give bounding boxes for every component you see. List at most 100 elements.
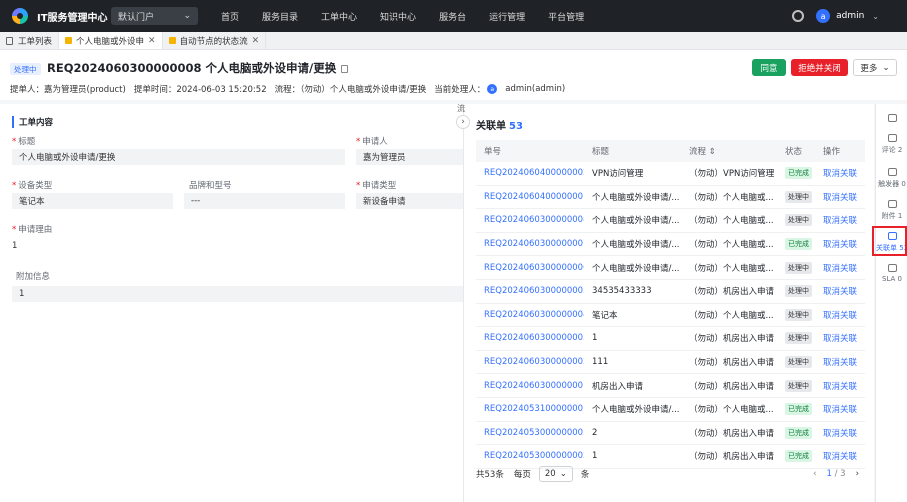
chevron-down-icon: ⌄ xyxy=(882,62,890,73)
tab-bar: 工单列表 个人电脑或外设申 ✕ 自动节点的状态流 ✕ xyxy=(0,32,907,50)
rail-item-outline[interactable] xyxy=(876,114,907,125)
ticket-title-cell: 笔记本 xyxy=(592,310,618,321)
menu-item-servicedesk[interactable]: 服务台 xyxy=(439,10,466,23)
menu-item-operations[interactable]: 运行管理 xyxy=(489,10,525,23)
ticket-id-link[interactable]: REQ2024060300000003 xyxy=(476,333,584,343)
chevron-right-icon[interactable]: › xyxy=(856,469,859,479)
ticket-id-link[interactable]: REQ2024060300000007 xyxy=(476,239,584,249)
menu-item-tickets[interactable]: 工单中心 xyxy=(321,10,357,23)
chevron-right-icon[interactable]: › xyxy=(456,115,470,129)
unlink-button[interactable]: 取消关联 xyxy=(817,309,865,321)
unlink-button[interactable]: 取消关联 xyxy=(817,403,865,415)
main-menu: 首页 服务目录 工单中心 知识中心 服务台 运行管理 平台管理 xyxy=(221,10,607,23)
approve-button[interactable]: 同意 xyxy=(752,59,786,76)
applicant-label: * 申请人 xyxy=(356,137,388,147)
unlink-button[interactable]: 取消关联 xyxy=(817,356,865,368)
table-row: REQ2024060300000008 个人电脑或外设申请/... （勿动）个人电脑… xyxy=(476,209,865,233)
avatar[interactable]: a xyxy=(816,9,831,23)
table-row: REQ2024060300000004 笔记本 （勿动）个人电脑或... 处理中 取消关… xyxy=(476,304,865,328)
related-count: 53 xyxy=(509,121,523,132)
tab-auto-node[interactable]: 自动节点的状态流 ✕ xyxy=(163,32,267,49)
ticket-id-link[interactable]: REQ2024053000000003 xyxy=(476,428,584,438)
tab-label: 个人电脑或外设申 xyxy=(76,36,145,47)
ticket-flow-cell: （勿动）机房出入申请 xyxy=(689,381,775,392)
rail-item-attachments[interactable]: 附件 1 xyxy=(876,200,907,221)
gear-icon[interactable] xyxy=(792,10,805,22)
ticket-id-link[interactable]: REQ2024060400000001 xyxy=(476,192,584,202)
total-count: 共53条 xyxy=(476,470,504,480)
status-badge: 处理中 xyxy=(785,285,812,298)
tab-ticket-list[interactable]: 工单列表 xyxy=(0,32,60,49)
tab-label: 工单列表 xyxy=(18,36,53,47)
table-row: REQ2024060300000006 个人电脑或外设申请/... （勿动）个人电脑… xyxy=(476,256,865,280)
portal-select[interactable]: 默认门户 ⌄ xyxy=(111,7,198,25)
ticket-meta: 提单人：嘉为管理员(product) 提单时间：2024-06-03 15:20… xyxy=(10,83,573,95)
ticket-id-link[interactable]: REQ2024053000000002 xyxy=(476,451,584,461)
close-icon[interactable]: ✕ xyxy=(252,36,260,46)
unlink-button[interactable]: 取消关联 xyxy=(817,285,865,297)
drawer-title: 关联单 53 xyxy=(476,121,523,132)
table-row: REQ2024060300000005 34535433333 （勿动）机房出入申请… xyxy=(476,280,865,304)
chevron-left-icon[interactable]: ‹ xyxy=(813,469,816,479)
ticket-id-link[interactable]: REQ2024060300000002 xyxy=(476,357,584,367)
rail-item-comments[interactable]: 评论 2 xyxy=(876,134,907,155)
unlink-button[interactable]: 取消关联 xyxy=(817,427,865,439)
unlink-button[interactable]: 取消关联 xyxy=(817,380,865,392)
unlink-button[interactable]: 取消关联 xyxy=(817,332,865,344)
status-badge: 处理中 xyxy=(785,261,812,274)
reason-value: 1 xyxy=(12,241,18,251)
user-name[interactable]: admin xyxy=(836,11,864,21)
table-row: REQ2024060400000001 个人电脑或外设申请/... （勿动）个人电脑… xyxy=(476,186,865,210)
ticket-title-cell: 34535433333 xyxy=(592,286,652,297)
unlink-button[interactable]: 取消关联 xyxy=(817,238,865,250)
col-id: 单号 xyxy=(484,147,502,157)
apply-type-field: 新设备申请 xyxy=(356,193,463,209)
col-flow[interactable]: 流程 ⇕ xyxy=(681,145,781,157)
unlink-button[interactable]: 取消关联 xyxy=(817,214,865,226)
chevron-down-icon[interactable]: ⌄ xyxy=(872,12,879,21)
ticket-id-link[interactable]: REQ2024060300000005 xyxy=(476,286,584,296)
table-row: REQ2024060300000001 机房出入申请 （勿动）机房出入申请 处理中 取消… xyxy=(476,374,865,398)
table-body: REQ2024060400000002 VPN访问管理 （勿动）VPN访问管理 已完成… xyxy=(476,162,865,469)
ticket-id-link[interactable]: REQ2024060300000001 xyxy=(476,381,584,391)
ticket-flow-cell: （勿动）个人电脑或... xyxy=(689,405,774,416)
avatar: a xyxy=(487,84,498,94)
tab-label: 自动节点的状态流 xyxy=(179,36,248,47)
highlight-box xyxy=(872,226,907,256)
menu-item-catalog[interactable]: 服务目录 xyxy=(262,10,298,23)
total-pages: 3 xyxy=(840,469,846,479)
ticket-id-link[interactable]: REQ2024053100000001 xyxy=(476,404,584,414)
more-button[interactable]: 更多 ⌄ xyxy=(853,59,897,76)
ticket-id-link[interactable]: REQ2024060400000002 xyxy=(476,168,584,178)
ticket-flow-cell: （勿动）个人电脑或... xyxy=(689,310,774,321)
menu-item-knowledge[interactable]: 知识中心 xyxy=(380,10,416,23)
close-icon[interactable]: ✕ xyxy=(148,36,156,46)
ticket-form: 工单内容 * 标题 个人电脑或外设申请/更换 * 申请人 嘉为管理员 * 设备类型 笔… xyxy=(0,104,463,502)
logo-icon xyxy=(12,8,28,24)
status-badge: 处理中 xyxy=(785,190,812,203)
ticket-id-link[interactable]: REQ2024060300000008 xyxy=(476,215,584,225)
ticket-id-link[interactable]: REQ2024060300000004 xyxy=(476,310,584,320)
tab-current-ticket[interactable]: 个人电脑或外设申 ✕ xyxy=(59,32,163,49)
rail-item-triggers[interactable]: 触发器 0 xyxy=(876,168,907,189)
ticket-title-cell: 个人电脑或外设申请/... xyxy=(592,216,680,227)
menu-item-platform[interactable]: 平台管理 xyxy=(548,10,584,23)
copy-icon[interactable] xyxy=(341,64,349,73)
unlink-button[interactable]: 取消关联 xyxy=(817,450,865,462)
ticket-icon xyxy=(168,37,176,44)
rail-item-sla[interactable]: SLA 0 xyxy=(876,264,907,283)
status-badge: 处理中 xyxy=(785,308,812,321)
reject-close-button[interactable]: 拒绝并关闭 xyxy=(791,59,848,76)
ticket-header: 处理中 REQ2024060300000008 个人电脑或外设申请/更换 提单人… xyxy=(0,50,907,100)
ticket-id-link[interactable]: REQ2024060300000006 xyxy=(476,263,584,273)
flow-label-cut: 流 xyxy=(457,104,465,113)
menu-item-home[interactable]: 首页 xyxy=(221,10,239,23)
unlink-button[interactable]: 取消关联 xyxy=(817,167,865,179)
unlink-button[interactable]: 取消关联 xyxy=(817,262,865,274)
ticket-title-cell: 个人电脑或外设申请/... xyxy=(592,240,680,251)
applicant-field: 嘉为管理员 xyxy=(356,149,463,165)
table-row: REQ2024060300000003 1 （勿动）机房出入申请 处理中 取消关联 xyxy=(476,327,865,351)
status-badge: 已完成 xyxy=(785,426,812,439)
unlink-button[interactable]: 取消关联 xyxy=(817,191,865,203)
page-size-select[interactable]: 20 ⌄ xyxy=(538,466,573,482)
